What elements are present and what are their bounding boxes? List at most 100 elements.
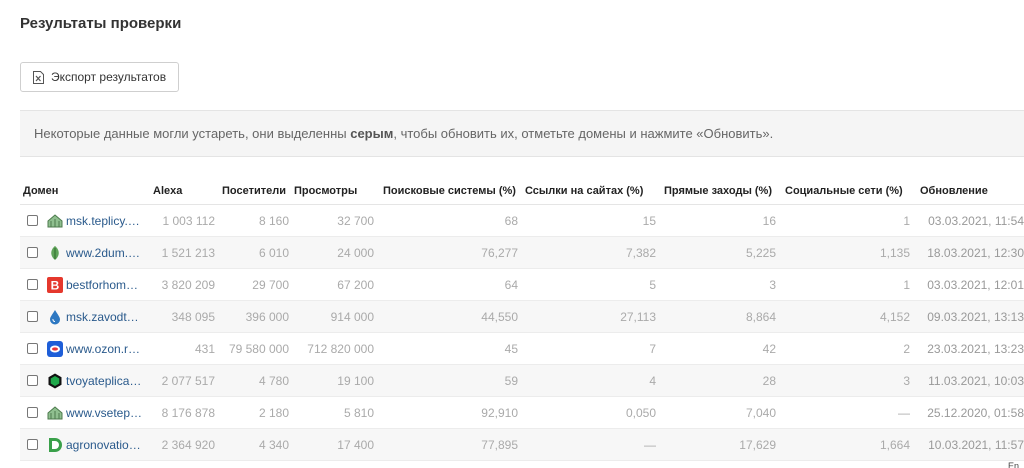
updated-cell: 10.03.2021, 11:57 bbox=[928, 437, 1024, 452]
views-cell: 24 000 bbox=[337, 245, 374, 260]
leaf-icon bbox=[47, 245, 63, 261]
header-search[interactable]: Поисковые системы (%) bbox=[374, 185, 518, 197]
header-domain[interactable]: Домен bbox=[20, 185, 153, 197]
drop-icon bbox=[47, 309, 63, 325]
header-updated[interactable]: Обновление bbox=[910, 185, 1024, 197]
social-cell: 1 bbox=[903, 277, 910, 292]
notice-text-bold: серым bbox=[350, 126, 394, 141]
table-row: Bbestforhom… 3 820 209 29 700 67 200 64 5 3 1 03… bbox=[20, 269, 1024, 301]
table-row: www.vsetep… 8 176 878 2 180 5 810 92,910 0,05… bbox=[20, 397, 1024, 429]
domain-cell: tvoyateplica… bbox=[20, 373, 153, 389]
row-checkbox[interactable] bbox=[27, 407, 38, 418]
links-cell: 5 bbox=[649, 277, 656, 292]
alexa-cell: 1 003 112 bbox=[162, 213, 216, 228]
domain-link[interactable]: tvoyateplica… bbox=[66, 374, 144, 388]
domain-link[interactable]: msk.zavodt… bbox=[66, 310, 144, 324]
row-checkbox[interactable] bbox=[27, 343, 38, 354]
domain-link[interactable]: agronovatio… bbox=[66, 438, 144, 452]
alexa-cell: 348 095 bbox=[171, 309, 215, 324]
domain-link[interactable]: www.ozon.r… bbox=[66, 342, 144, 356]
direct-cell: 5,225 bbox=[745, 245, 776, 260]
views-cell: 5 810 bbox=[343, 405, 374, 420]
header-alexa[interactable]: Alexa bbox=[153, 185, 215, 197]
domain-cell: msk.zavodt… bbox=[20, 309, 153, 325]
views-cell: 712 820 000 bbox=[307, 341, 374, 356]
direct-cell: 28 bbox=[762, 373, 776, 388]
greenhouse-icon bbox=[47, 405, 63, 421]
domain-cell: www.vsetep… bbox=[20, 405, 153, 421]
row-checkbox[interactable] bbox=[27, 215, 38, 226]
visitors-cell: 2 180 bbox=[258, 405, 289, 420]
visitors-cell: 29 700 bbox=[252, 277, 289, 292]
domain-link[interactable]: msk.teplicy.… bbox=[66, 214, 144, 228]
table-row: www.ozon.r… 431 79 580 000 712 820 000 45 7 42… bbox=[20, 333, 1024, 365]
language-badge[interactable]: En bbox=[1008, 461, 1019, 468]
search-cell: 64 bbox=[504, 277, 518, 292]
domain-link[interactable]: www.vsetep… bbox=[66, 406, 144, 420]
social-cell: 1,664 bbox=[879, 437, 910, 452]
social-cell: 3 bbox=[903, 373, 910, 388]
views-cell: 67 200 bbox=[337, 277, 374, 292]
views-cell: 32 700 bbox=[337, 213, 374, 228]
search-cell: 44,550 bbox=[481, 309, 518, 324]
row-checkbox[interactable] bbox=[27, 279, 38, 290]
visitors-cell: 6 010 bbox=[258, 245, 289, 260]
table-header: Домен Alexa Посетители Просмотры Поисков… bbox=[20, 178, 1024, 205]
updated-cell: 03.03.2021, 12:01 bbox=[927, 277, 1024, 292]
search-cell: 68 bbox=[504, 213, 518, 228]
updated-cell: 18.03.2021, 12:30 bbox=[927, 245, 1024, 260]
links-cell: 7 bbox=[649, 341, 656, 356]
ozon-icon bbox=[47, 340, 63, 357]
alexa-cell: 2 364 920 bbox=[161, 437, 215, 452]
row-checkbox[interactable] bbox=[27, 375, 38, 386]
alexa-cell: 1 521 213 bbox=[161, 245, 215, 260]
direct-cell: 8,864 bbox=[745, 309, 776, 324]
domain-cell: msk.teplicy.… bbox=[20, 213, 153, 229]
row-checkbox[interactable] bbox=[27, 439, 38, 450]
direct-cell: 17,629 bbox=[739, 437, 776, 452]
search-cell: 76,277 bbox=[481, 245, 518, 260]
export-results-label: Экспорт результатов bbox=[51, 70, 167, 84]
domain-link[interactable]: bestforhom… bbox=[66, 278, 144, 292]
search-cell: 45 bbox=[504, 341, 518, 356]
notice-text-2: , чтобы обновить их, отметьте домены и н… bbox=[393, 126, 774, 141]
letter-b-icon: B bbox=[47, 276, 63, 293]
search-cell: 77,895 bbox=[481, 437, 518, 452]
domain-cell: agronovatio… bbox=[20, 437, 153, 453]
header-direct[interactable]: Прямые заходы (%) bbox=[656, 185, 776, 197]
alexa-cell: 431 bbox=[194, 341, 215, 356]
header-links[interactable]: Ссылки на сайтах (%) bbox=[518, 185, 656, 197]
table-row: www.2dum.… 1 521 213 6 010 24 000 76,277 7,38… bbox=[20, 237, 1024, 269]
links-cell: 27,113 bbox=[620, 309, 656, 324]
social-cell: 1 bbox=[903, 213, 910, 228]
updated-cell: 23.03.2021, 13:23 bbox=[927, 341, 1024, 356]
visitors-cell: 4 780 bbox=[258, 373, 289, 388]
direct-cell: 16 bbox=[762, 213, 776, 228]
excel-file-icon bbox=[33, 70, 44, 84]
links-cell: 15 bbox=[642, 213, 656, 228]
row-checkbox[interactable] bbox=[27, 311, 38, 322]
row-checkbox[interactable] bbox=[27, 247, 38, 258]
header-views[interactable]: Просмотры bbox=[289, 185, 374, 197]
header-social[interactable]: Социальные сети (%) bbox=[776, 185, 910, 197]
links-cell: 0,050 bbox=[625, 405, 656, 420]
export-results-button[interactable]: Экспорт результатов bbox=[20, 62, 179, 92]
notice-text-1: Некоторые данные могли устареть, они выд… bbox=[34, 126, 351, 141]
header-visitors[interactable]: Посетители bbox=[215, 185, 289, 197]
domain-link[interactable]: www.2dum.… bbox=[66, 246, 144, 260]
direct-cell: 42 bbox=[762, 341, 776, 356]
alexa-cell: 2 077 517 bbox=[161, 373, 215, 388]
d-letter-icon bbox=[47, 437, 63, 453]
direct-cell: 3 bbox=[769, 277, 776, 292]
stale-data-notice: Некоторые данные могли устареть, они выд… bbox=[20, 110, 1024, 157]
views-cell: 19 100 bbox=[337, 373, 374, 388]
social-cell: 4,152 bbox=[879, 309, 910, 324]
table-body: msk.teplicy.… 1 003 112 8 160 32 700 68 15 16 1… bbox=[20, 205, 1024, 461]
links-cell: 7,382 bbox=[625, 245, 656, 260]
page-title: Результаты проверки bbox=[20, 15, 182, 32]
updated-cell: 03.03.2021, 11:54 bbox=[928, 213, 1024, 228]
direct-cell: 7,040 bbox=[745, 405, 776, 420]
links-cell: — bbox=[644, 437, 656, 452]
domain-cell: www.ozon.r… bbox=[20, 340, 153, 357]
search-cell: 59 bbox=[504, 373, 518, 388]
